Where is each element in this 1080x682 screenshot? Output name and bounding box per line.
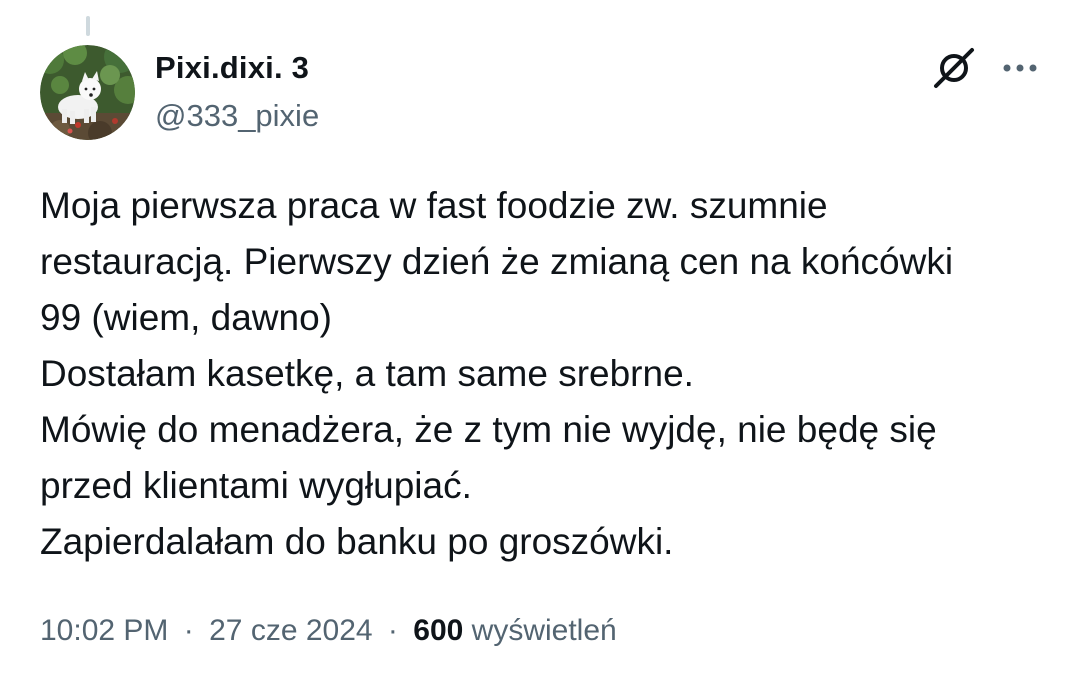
views-label[interactable]: wyświetleń [472, 614, 617, 647]
tweet-text-line: Mówię do menadżera, że z tym nie wyjdę, … [40, 409, 937, 450]
author-display-name[interactable]: Pixi.dixi. 3 [155, 50, 309, 86]
tweet-text-line: Zapierdalałam do banku po groszówki. [40, 521, 674, 562]
tweet-date[interactable]: 27 cze 2024 [209, 614, 372, 647]
tweet-text-line: Dostałam kasetkę, a tam same srebrne. [40, 353, 694, 394]
tweet-text-line: restauracją. Pierwszy dzień że zmianą ce… [40, 241, 954, 282]
tweet-time[interactable]: 10:02 PM [40, 614, 168, 647]
avatar[interactable] [40, 45, 135, 140]
more-horizontal-icon[interactable] [1000, 56, 1040, 80]
tweet-meta: 10:02 PM · 27 cze 2024 · 600 wyświetleń [40, 614, 617, 648]
tweet-text-line: 99 (wiem, dawno) [40, 297, 333, 338]
meta-separator: · [183, 614, 194, 647]
thread-connector-line [86, 16, 90, 36]
tweet-text-line: Moja pierwsza praca w fast foodzie zw. s… [40, 185, 828, 226]
meta-separator: · [387, 614, 398, 647]
grok-icon[interactable] [930, 45, 980, 90]
author-handle[interactable]: @333_pixie [155, 98, 319, 134]
tweet-text: Moja pierwsza praca w fast foodzie zw. s… [40, 178, 1050, 570]
views-count[interactable]: 600 [413, 614, 463, 647]
tweet-text-line: przed klientami wygłupiać. [40, 465, 472, 506]
avatar-photo-white-dog [40, 45, 135, 140]
